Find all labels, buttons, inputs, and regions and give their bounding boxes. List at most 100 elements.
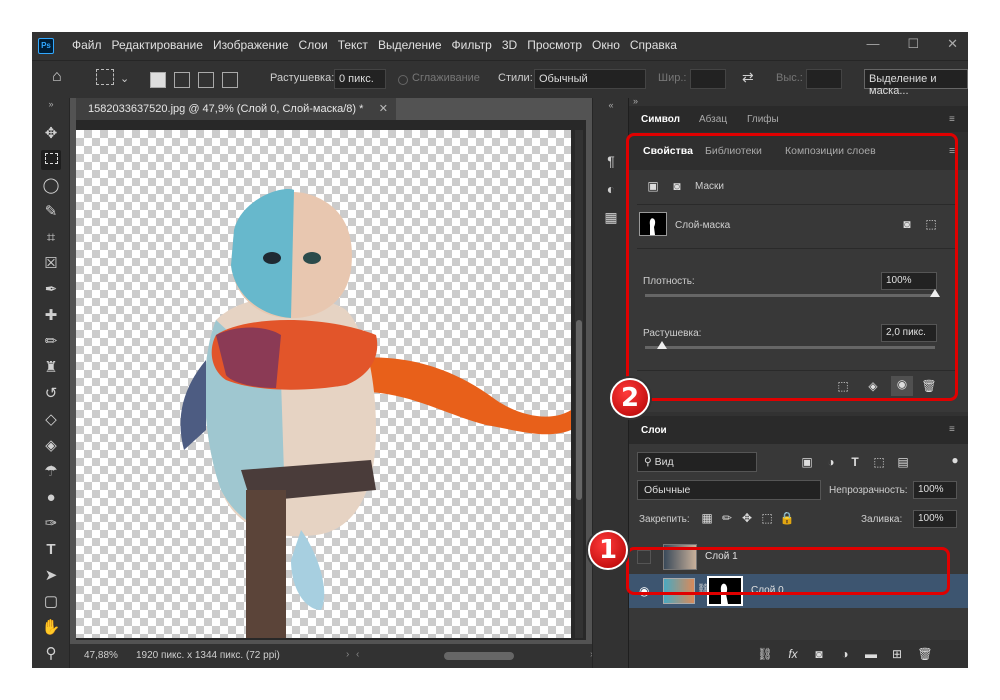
collapse-icon[interactable]: » <box>41 94 61 114</box>
layer-filter-select[interactable]: ⚲ Вид <box>637 452 757 472</box>
paint-bucket-tool-icon[interactable]: ◈ <box>41 436 61 456</box>
blend-mode-select[interactable]: Обычные <box>637 480 821 500</box>
chevron-down-icon[interactable]: ⌄ <box>120 72 129 85</box>
menu-select[interactable]: Выделение <box>378 38 442 52</box>
style-select[interactable]: Обычный <box>534 69 646 89</box>
delete-layer-icon[interactable]: 🗑 <box>917 646 933 662</box>
tab-glyphs[interactable]: Глифы <box>747 114 779 125</box>
panel-menu-icon[interactable]: ≡ <box>949 114 955 125</box>
tab-paragraph[interactable]: Абзац <box>699 114 727 125</box>
lock-transparent-icon[interactable]: ▦ <box>699 510 715 526</box>
filter-pixel-icon[interactable]: ▣ <box>799 454 815 470</box>
shape-tool-icon[interactable]: ▢ <box>41 592 61 612</box>
filter-toggle-icon[interactable]: ● <box>947 452 963 468</box>
collapse-panels-icon[interactable]: « <box>602 96 620 114</box>
rect-marquee-icon[interactable] <box>96 69 114 85</box>
stamp-tool-icon[interactable]: ♜ <box>41 358 61 378</box>
intersect-selection-icon[interactable] <box>222 72 238 88</box>
adjustment-layer-icon[interactable]: ◑ <box>837 646 853 662</box>
maximize-icon[interactable]: ☐ <box>907 36 919 52</box>
opacity-input[interactable]: 100% <box>913 481 957 499</box>
character-panel-icon[interactable]: ¶ <box>602 152 620 170</box>
lock-all-icon[interactable]: 🔒 <box>779 510 795 526</box>
swatches-grid-icon[interactable]: ▦ <box>602 208 620 226</box>
new-selection-icon[interactable] <box>150 72 166 88</box>
lock-position-icon[interactable]: ✥ <box>739 510 755 526</box>
filter-adjustment-icon[interactable]: ◑ <box>823 454 839 470</box>
menu-window[interactable]: Окно <box>592 38 620 52</box>
menu-layers[interactable]: Слои <box>299 38 328 52</box>
color-palette-icon[interactable]: ◐ <box>602 180 620 198</box>
healing-brush-tool-icon[interactable]: ✚ <box>41 306 61 326</box>
fill-input[interactable]: 100% <box>913 510 957 528</box>
properties-highlight <box>626 133 958 401</box>
menu-filter[interactable]: Фильтр <box>452 38 492 52</box>
type-tool-icon[interactable]: T <box>41 540 61 560</box>
canvas-area[interactable] <box>76 120 586 640</box>
history-brush-tool-icon[interactable]: ↺ <box>41 384 61 404</box>
lock-image-icon[interactable]: ✏ <box>719 510 735 526</box>
menu-3d[interactable]: 3D <box>502 38 517 52</box>
filter-type-icon[interactable]: T <box>847 454 863 470</box>
swap-icon[interactable]: ⇄ <box>742 69 754 86</box>
feather-input[interactable]: 0 пикс. <box>334 69 386 89</box>
menu-edit[interactable]: Редактирование <box>112 38 203 52</box>
crop-tool-icon[interactable]: ⌗ <box>41 228 61 248</box>
expand-icon[interactable]: » <box>633 96 638 106</box>
search-icon: ⚲ <box>644 456 655 468</box>
menu-view[interactable]: Просмотр <box>527 38 582 52</box>
link-layers-icon[interactable]: ⛓ <box>757 646 773 662</box>
fx-icon[interactable]: fx <box>785 646 801 662</box>
marquee-tool-icon[interactable] <box>41 150 61 170</box>
callout-badge-2: 2 <box>610 378 650 418</box>
minimize-icon[interactable]: — <box>866 36 879 52</box>
tab-layers[interactable]: Слои <box>641 425 667 436</box>
width-input[interactable] <box>690 69 726 89</box>
lasso-tool-icon[interactable]: ◯ <box>41 176 61 196</box>
tab-character[interactable]: Символ <box>641 114 680 125</box>
vertical-scrollbar[interactable] <box>575 130 583 638</box>
zoom-tool-icon[interactable]: ⚲ <box>41 644 61 664</box>
subtract-selection-icon[interactable] <box>198 72 214 88</box>
document-info: 1920 пикс. x 1344 пикс. (72 ppi) <box>136 650 280 661</box>
select-and-mask-button[interactable]: Выделение и маска... <box>864 69 968 97</box>
close-icon[interactable]: ✕ <box>947 36 958 52</box>
menu-help[interactable]: Справка <box>630 38 677 52</box>
eyedropper-tool-icon[interactable]: ✒ <box>41 280 61 300</box>
eraser-tool-icon[interactable]: ◇ <box>41 410 61 430</box>
tab-close-icon[interactable]: ✕ <box>379 102 388 115</box>
options-bar: ⌂ ⌄ Растушевка: 0 пикс. Сглаживание Стил… <box>32 60 968 98</box>
layers-menu-icon[interactable]: ≡ <box>949 424 955 435</box>
antialias-checkbox[interactable] <box>398 75 408 85</box>
status-bar: 47,88% 1920 пикс. x 1344 пикс. (72 ppi) … <box>70 644 628 668</box>
lock-artboard-icon[interactable]: ⬚ <box>759 510 775 526</box>
move-tool-icon[interactable]: ✥ <box>41 124 61 144</box>
menu-type[interactable]: Текст <box>338 38 368 52</box>
brush-tool-icon[interactable]: ✏ <box>41 332 61 352</box>
dodge-tool-icon[interactable]: ● <box>41 488 61 508</box>
add-mask-icon[interactable]: ◙ <box>811 646 827 662</box>
filter-smart-object-icon[interactable]: ▤ <box>895 454 911 470</box>
quick-select-tool-icon[interactable]: ✎ <box>41 202 61 222</box>
new-layer-icon[interactable]: ⊞ <box>889 646 905 662</box>
filter-shape-icon[interactable]: ⬚ <box>871 454 887 470</box>
add-selection-icon[interactable] <box>174 72 190 88</box>
fill-label: Заливка: <box>861 514 903 525</box>
frame-tool-icon[interactable]: ☒ <box>41 254 61 274</box>
horizontal-scroll-thumb[interactable] <box>444 652 514 660</box>
status-arrow-icon[interactable]: › <box>346 649 349 660</box>
character-tabs: Символ Абзац Глифы ≡ <box>629 106 968 132</box>
height-input[interactable] <box>806 69 842 89</box>
home-icon[interactable]: ⌂ <box>52 68 62 86</box>
group-folder-icon[interactable]: ▬ <box>863 646 879 662</box>
hand-tool-icon[interactable]: ✋ <box>41 618 61 638</box>
zoom-level[interactable]: 47,88% <box>84 650 118 661</box>
pen-tool-icon[interactable]: ✑ <box>41 514 61 534</box>
menu-file[interactable]: Файл <box>72 38 102 52</box>
hscroll-left-icon[interactable]: ‹ <box>356 649 359 660</box>
path-select-tool-icon[interactable]: ➤ <box>41 566 61 586</box>
scroll-thumb[interactable] <box>576 320 582 500</box>
menu-image[interactable]: Изображение <box>213 38 289 52</box>
document-tab[interactable]: 1582033637520.jpg @ 47,9% (Слой 0, Слой-… <box>76 98 396 120</box>
smudge-tool-icon[interactable]: ☂ <box>41 462 61 482</box>
